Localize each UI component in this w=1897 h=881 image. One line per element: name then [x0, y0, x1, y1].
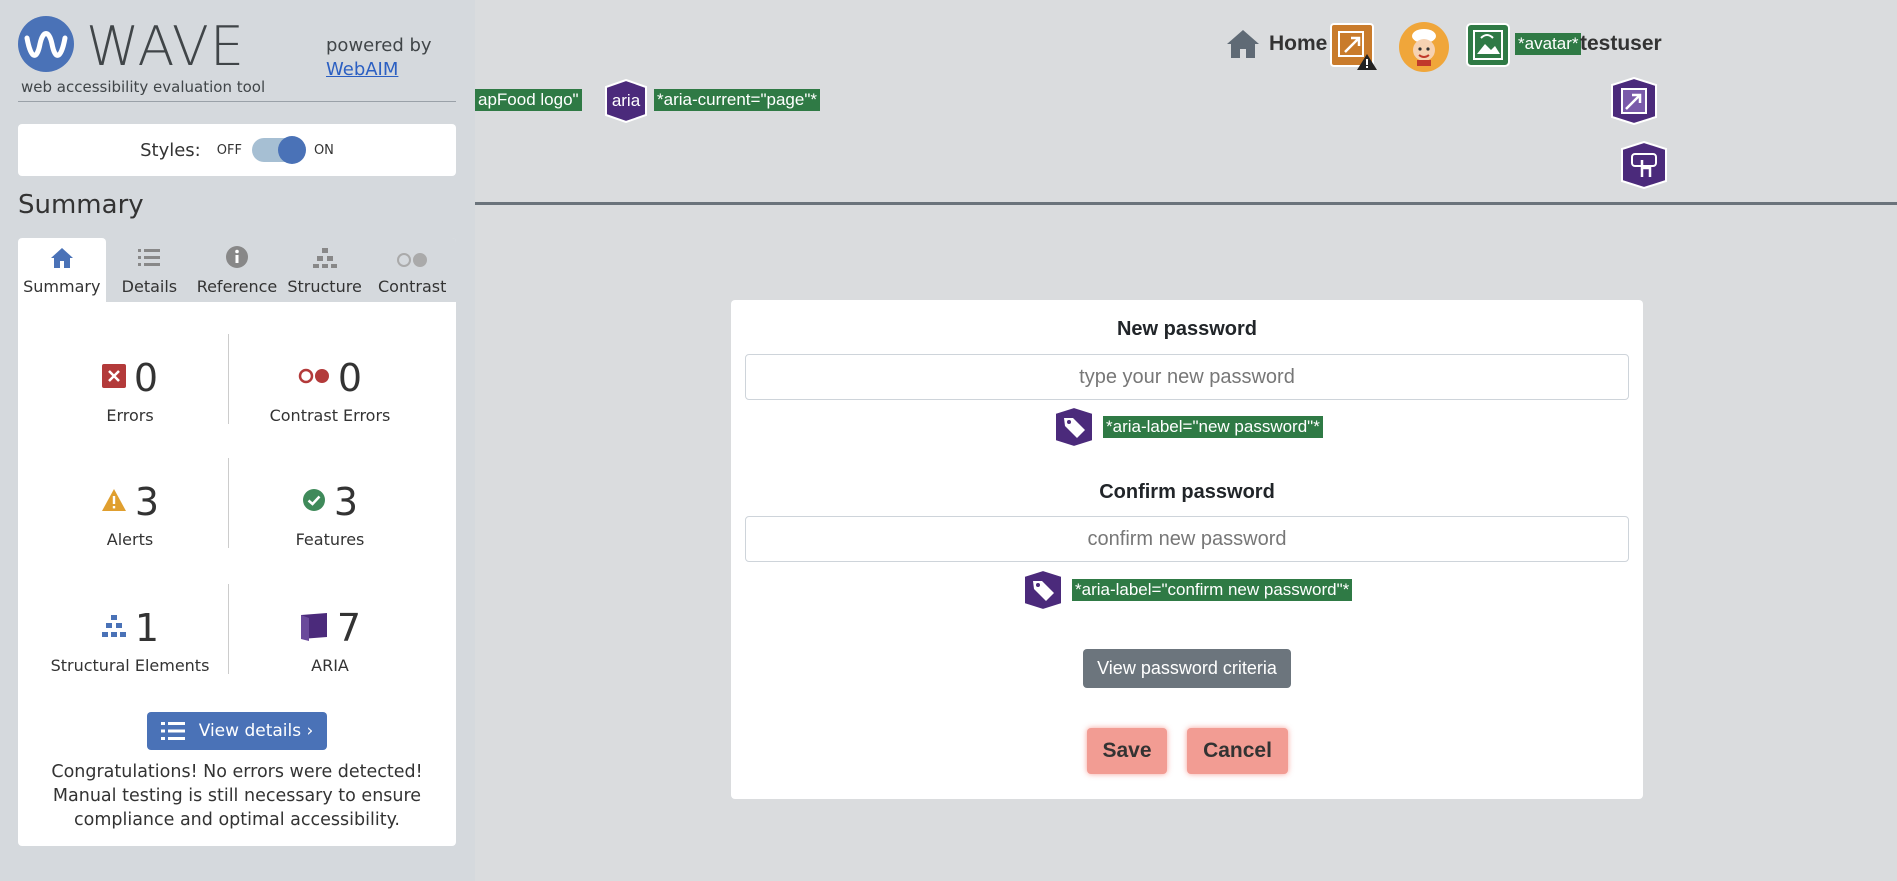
tab-contrast[interactable]: Contrast	[368, 238, 456, 302]
alerts-count: 3	[134, 480, 160, 524]
stat-features[interactable]: 3 Features	[230, 480, 430, 549]
list-icon	[160, 722, 185, 740]
stat-errors[interactable]: 0 Errors	[30, 356, 230, 425]
structural-count: 1	[134, 606, 160, 650]
alert-icon	[101, 488, 127, 516]
summary-panel: Summary Details Reference Structure Cont…	[18, 238, 456, 846]
errors-count: 0	[133, 356, 159, 400]
styles-toggle[interactable]	[251, 136, 306, 164]
new-password-label: New password	[1116, 318, 1258, 340]
wave-tagline: web accessibility evaluation tool	[21, 78, 266, 96]
new-password-input[interactable]	[745, 354, 1629, 400]
tab-details-label: Details	[121, 277, 178, 296]
tab-structure-label: Structure	[287, 277, 362, 296]
aria-label-icon	[1054, 406, 1094, 448]
tab-reference-label: Reference	[196, 277, 278, 296]
tab-details[interactable]: Details	[105, 238, 194, 302]
aria-icon	[299, 611, 329, 645]
aria-label: ARIA	[311, 656, 349, 675]
confirm-password-aria-tag: *aria-label="confirm new password"*	[1072, 579, 1353, 601]
home-icon	[50, 248, 73, 268]
home-label: Home	[1269, 32, 1328, 55]
view-details-button[interactable]: View details ›	[147, 712, 327, 750]
tab-summary[interactable]: Summary	[18, 238, 106, 302]
aria-count: 7	[336, 606, 362, 650]
avatar-alt-tag: *avatar*	[1515, 33, 1582, 55]
summary-heading: Summary	[18, 190, 144, 220]
wave-logo-icon	[18, 16, 74, 72]
aria-popup-icon	[1611, 77, 1657, 125]
redundant-link-alert-icon	[1330, 23, 1377, 70]
alerts-label: Alerts	[106, 530, 154, 549]
view-details-label: View details ›	[198, 721, 314, 741]
wave-tabs: Summary Details Reference Structure Cont…	[18, 238, 456, 302]
change-password-card: New password *aria-label="new password"*…	[731, 300, 1643, 799]
info-icon	[225, 246, 248, 268]
wave-logo-text: WAVE	[86, 15, 245, 78]
styles-on-label: ON	[313, 142, 334, 158]
powered-by: powered by WebAIM	[326, 34, 432, 82]
styles-label: Styles:	[140, 139, 201, 161]
wave-brand: WAVE web accessibility evaluation tool p…	[18, 16, 456, 102]
stat-contrast-errors[interactable]: 0 Contrast Errors	[230, 356, 430, 425]
errors-label: Errors	[106, 406, 154, 425]
structural-label: Structural Elements	[50, 656, 210, 675]
list-icon	[138, 249, 161, 266]
webaim-link[interactable]: WebAIM	[326, 58, 432, 82]
username-link[interactable]: testuser	[1580, 32, 1662, 56]
contrast-errors-label: Contrast Errors	[269, 406, 391, 425]
structure-icon	[101, 614, 127, 642]
confirm-password-label: Confirm password	[1099, 481, 1275, 503]
confirm-password-input[interactable]	[745, 516, 1629, 562]
error-icon	[101, 364, 126, 392]
contrast-icon	[397, 253, 428, 267]
stat-aria[interactable]: 7 ARIA	[230, 606, 430, 675]
styles-off-label: OFF	[216, 142, 242, 158]
aria-current-tag: *aria-current="page"*	[654, 89, 820, 111]
save-button[interactable]: Save	[1087, 728, 1167, 774]
aria-button-icon	[1621, 141, 1667, 189]
new-password-aria-tag: *aria-label="new password"*	[1103, 416, 1323, 438]
tab-structure[interactable]: Structure	[280, 238, 369, 302]
features-count: 3	[333, 480, 359, 524]
linked-image-icon	[1466, 23, 1510, 67]
toggle-knob	[277, 136, 306, 164]
wave-sidebar: WAVE web accessibility evaluation tool p…	[0, 0, 475, 881]
home-icon	[1227, 30, 1259, 58]
tab-summary-label: Summary	[23, 277, 101, 296]
features-label: Features	[295, 530, 365, 549]
tab-reference[interactable]: Reference	[193, 238, 281, 302]
stat-alerts[interactable]: 3 Alerts	[30, 480, 230, 549]
page-header: apFood logo" aria *aria-current="page"* …	[475, 0, 1897, 205]
contrast-error-icon	[298, 367, 330, 389]
powered-by-text: powered by	[326, 35, 432, 56]
cancel-button[interactable]: Cancel	[1187, 728, 1288, 774]
stat-structural[interactable]: 1 Structural Elements	[30, 606, 230, 675]
aria-icon-text: aria	[612, 91, 641, 110]
congrats-message: Congratulations! No errors were detected…	[51, 762, 423, 830]
home-link[interactable]: Home	[1225, 28, 1327, 60]
aria-icon: aria	[605, 79, 647, 123]
view-password-criteria-button[interactable]: View password criteria	[1083, 649, 1291, 688]
styles-toggle-box: Styles: OFF ON	[18, 124, 456, 176]
logo-alt-tag: apFood logo"	[475, 89, 582, 111]
contrast-errors-count: 0	[337, 356, 363, 400]
aria-label-icon	[1023, 569, 1063, 611]
feature-icon	[302, 488, 326, 516]
tab-contrast-label: Contrast	[377, 277, 447, 296]
avatar[interactable]	[1399, 22, 1449, 72]
hierarchy-icon	[312, 248, 337, 268]
